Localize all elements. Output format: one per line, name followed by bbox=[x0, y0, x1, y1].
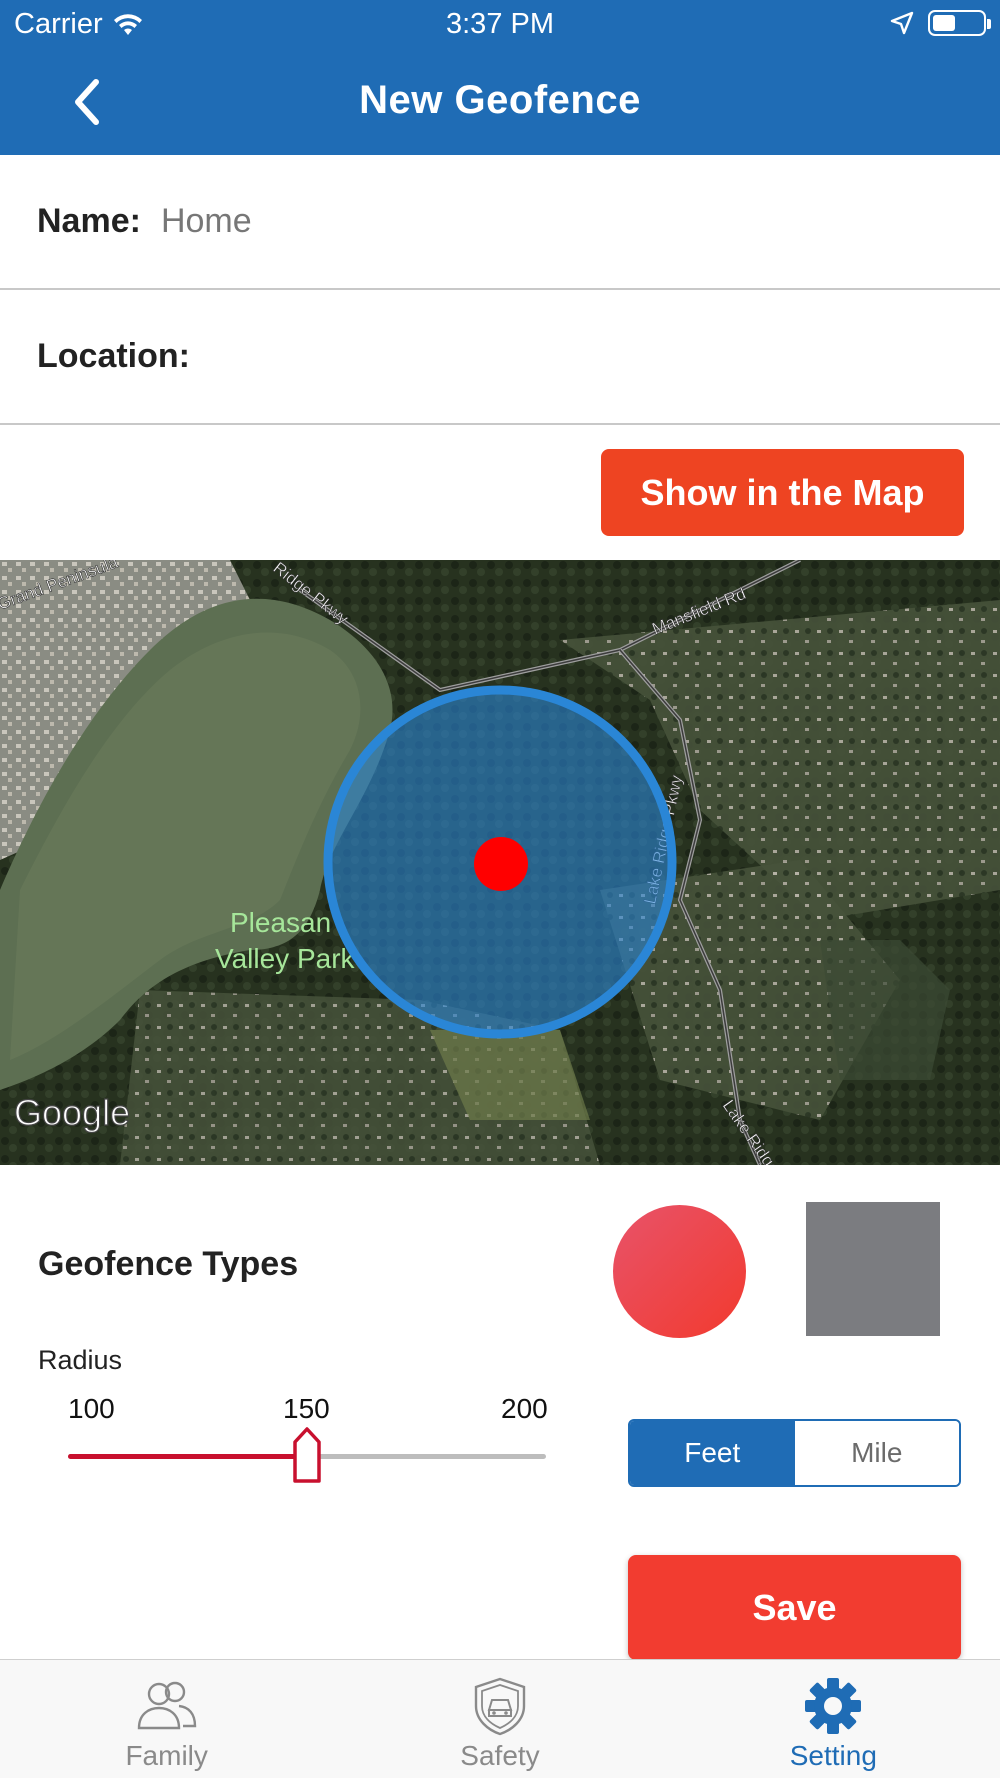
location-row: Location: bbox=[0, 290, 1000, 425]
slider-thumb[interactable] bbox=[292, 1426, 322, 1486]
shield-car-icon bbox=[464, 1676, 536, 1736]
status-time: 3:37 PM bbox=[446, 8, 554, 40]
nav-header: Carrier 3:37 PM New Geofence bbox=[0, 0, 1000, 155]
location-marker[interactable] bbox=[474, 837, 528, 891]
battery-icon bbox=[928, 10, 991, 36]
gear-icon bbox=[797, 1676, 869, 1736]
tab-setting[interactable]: Setting bbox=[667, 1660, 1000, 1778]
tab-setting-label: Setting bbox=[789, 1740, 877, 1771]
family-icon bbox=[131, 1676, 203, 1736]
tab-bar: Family Safety Setting bbox=[0, 1659, 1000, 1778]
map-canvas: Grand Peninsula Ridge Pkwy Mansfield Rd … bbox=[0, 560, 1000, 1165]
tab-safety[interactable]: Safety bbox=[333, 1660, 666, 1778]
circle-shape-option[interactable] bbox=[613, 1205, 746, 1338]
square-shape-option[interactable] bbox=[806, 1202, 940, 1336]
location-arrow-icon bbox=[890, 11, 914, 35]
tab-family-label: Family bbox=[125, 1740, 208, 1771]
battery-fill bbox=[933, 15, 955, 31]
map-label-park-line-2: Valley Park bbox=[215, 943, 356, 974]
map-label-park-line-1: Pleasan bbox=[230, 907, 331, 938]
unit-toggle: Feet Mile bbox=[628, 1419, 961, 1487]
location-input[interactable] bbox=[209, 337, 810, 376]
slider-track-fill bbox=[68, 1454, 307, 1459]
show-in-map-button[interactable]: Show in the Map bbox=[601, 449, 964, 536]
save-button[interactable]: Save bbox=[628, 1555, 961, 1660]
location-label: Location: bbox=[37, 337, 190, 375]
map-view[interactable]: Grand Peninsula Ridge Pkwy Mansfield Rd … bbox=[0, 560, 1000, 1165]
name-label: Name: bbox=[37, 202, 141, 240]
name-input[interactable] bbox=[160, 202, 761, 241]
status-right bbox=[890, 10, 991, 36]
google-logo: Google bbox=[14, 1092, 130, 1133]
unit-option-mile[interactable]: Mile bbox=[794, 1421, 959, 1485]
unit-option-feet[interactable]: Feet bbox=[630, 1421, 795, 1485]
tab-family[interactable]: Family bbox=[0, 1660, 333, 1778]
name-row: Name: bbox=[0, 155, 1000, 290]
tab-safety-label: Safety bbox=[460, 1740, 540, 1771]
geofence-types-title: Geofence Types bbox=[38, 1245, 299, 1283]
radius-slider[interactable] bbox=[68, 1420, 546, 1490]
radius-label: Radius bbox=[38, 1345, 123, 1375]
page-title: New Geofence bbox=[359, 78, 641, 122]
